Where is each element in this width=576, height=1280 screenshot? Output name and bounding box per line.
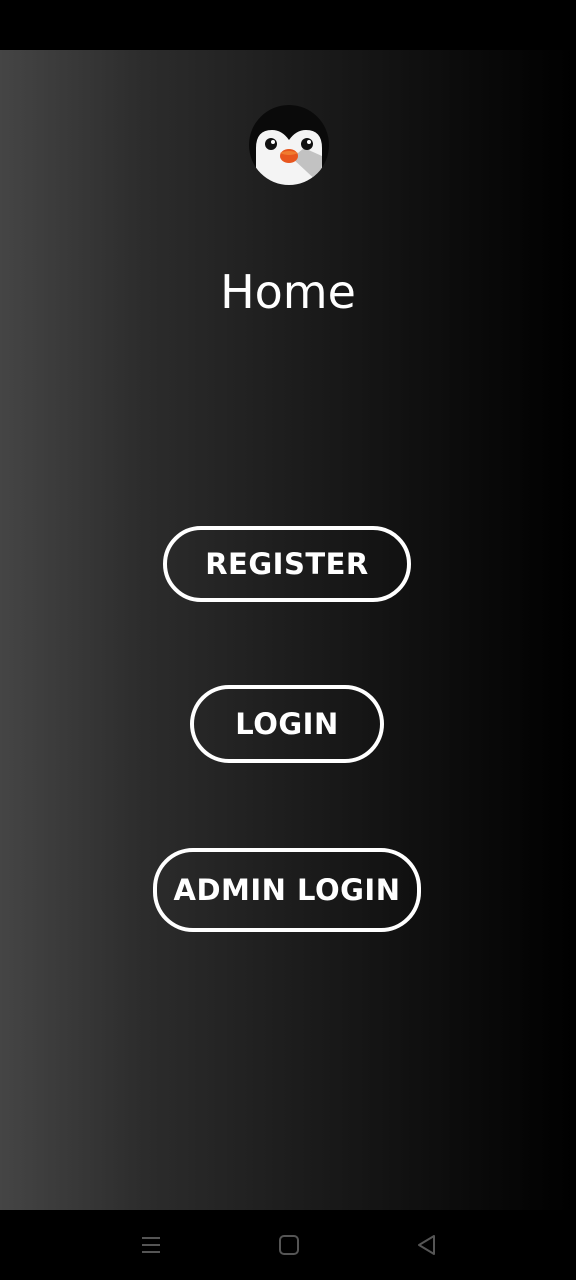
admin-login-button[interactable]: ADMIN LOGIN — [153, 848, 421, 932]
back-triangle-icon[interactable] — [414, 1232, 440, 1258]
page-title: Home — [220, 265, 356, 319]
menu-icon[interactable] — [138, 1232, 164, 1258]
penguin-logo-icon — [248, 104, 330, 186]
home-square-icon[interactable] — [276, 1232, 302, 1258]
home-screen: Home REGISTER LOGIN ADMIN LOGIN — [0, 50, 576, 1210]
status-bar — [0, 0, 576, 50]
register-button[interactable]: REGISTER — [163, 526, 411, 602]
navigation-bar — [0, 1210, 576, 1280]
login-button[interactable]: LOGIN — [190, 685, 384, 763]
